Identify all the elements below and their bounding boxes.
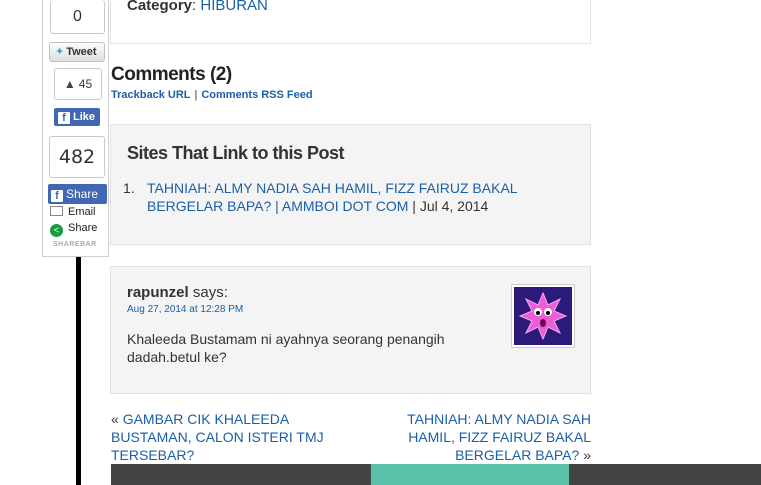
share-count: 482 bbox=[49, 136, 105, 178]
avatar-image bbox=[514, 287, 572, 345]
comment-date[interactable]: Aug 27, 2014 at 12:28 PM bbox=[127, 304, 243, 315]
comment-item: rapunzel says: Aug 27, 2014 at 12:28 PM … bbox=[110, 266, 591, 394]
comment-says: says: bbox=[188, 284, 228, 301]
vertical-divider-line bbox=[76, 250, 81, 485]
next-post-link[interactable]: TAHNIAH: ALMY NADIA SAH HAMIL, FIZZ FAIR… bbox=[407, 411, 591, 463]
pingback-item: TAHNIAH: ALMY NADIA SAH HAMIL, FIZZ FAIR… bbox=[147, 179, 567, 215]
share-icon: < bbox=[50, 224, 63, 237]
share-button[interactable]: < Share bbox=[50, 222, 97, 237]
sharebar: 0 ✦ Tweet ▲ 45 f Like 482 f Share Email < Sha… bbox=[42, 0, 109, 257]
comments-title: Comments (2) bbox=[111, 64, 232, 85]
comments-links: Trackback URL | Comments RSS Feed bbox=[111, 89, 313, 101]
comment-author-line: rapunzel says: bbox=[127, 284, 228, 301]
twitter-bird-icon: ✦ bbox=[55, 46, 65, 58]
avatar bbox=[511, 284, 575, 348]
category-link[interactable]: HIBURAN bbox=[200, 0, 268, 14]
previous-post: « GAMBAR CIK KHALEEDA BUSTAMAN, CALON IS… bbox=[111, 410, 351, 464]
tweet-count: 0 bbox=[50, 0, 105, 34]
category-box: Category: HIBURAN bbox=[110, 0, 591, 44]
thumbs-up-icon: ▲ bbox=[63, 77, 76, 91]
facebook-share-button[interactable]: f Share bbox=[48, 184, 107, 204]
share-label: Share bbox=[66, 187, 99, 201]
envelope-icon bbox=[50, 206, 63, 216]
email-label: Email bbox=[68, 206, 96, 218]
email-button[interactable]: Email bbox=[50, 206, 96, 218]
tweet-button[interactable]: ✦ Tweet bbox=[49, 42, 105, 62]
pingback-number: 1. bbox=[123, 180, 135, 196]
next-arrow: » bbox=[583, 447, 591, 463]
pingback-box: Sites That Link to this Post 1. TAHNIAH:… bbox=[110, 124, 591, 245]
facebook-icon: f bbox=[51, 190, 63, 202]
category-line: Category: HIBURAN bbox=[127, 0, 268, 14]
like-label: Like bbox=[73, 111, 96, 123]
comment-author[interactable]: rapunzel bbox=[127, 284, 189, 301]
sharebar-brand[interactable]: SHAREBAR bbox=[53, 241, 97, 248]
monster-icon bbox=[518, 291, 568, 341]
previous-post-link[interactable]: GAMBAR CIK KHALEEDA BUSTAMAN, CALON ISTE… bbox=[111, 411, 324, 463]
like-count-box: ▲ 45 bbox=[54, 68, 102, 100]
trackback-link[interactable]: Trackback URL bbox=[111, 89, 190, 101]
footer-bar bbox=[111, 464, 761, 485]
pingback-date: | Jul 4, 2014 bbox=[408, 198, 489, 214]
next-post: TAHNIAH: ALMY NADIA SAH HAMIL, FIZZ FAIR… bbox=[380, 410, 591, 464]
prev-arrow: « bbox=[111, 411, 119, 427]
pingback-title: Sites That Link to this Post bbox=[127, 143, 345, 163]
facebook-like-button[interactable]: f Like bbox=[54, 108, 100, 126]
tweet-label: Tweet bbox=[66, 46, 97, 58]
links-separator: | bbox=[194, 89, 198, 101]
facebook-icon: f bbox=[58, 112, 70, 124]
category-label: Category bbox=[127, 0, 193, 14]
comment-text: Khaleeda Bustamam ni ayahnya seorang pen… bbox=[127, 331, 445, 365]
share2-label: Share bbox=[68, 222, 98, 234]
comments-rss-link[interactable]: Comments RSS Feed bbox=[201, 89, 312, 101]
footer-accent bbox=[371, 464, 569, 485]
like-count: 45 bbox=[78, 77, 93, 91]
